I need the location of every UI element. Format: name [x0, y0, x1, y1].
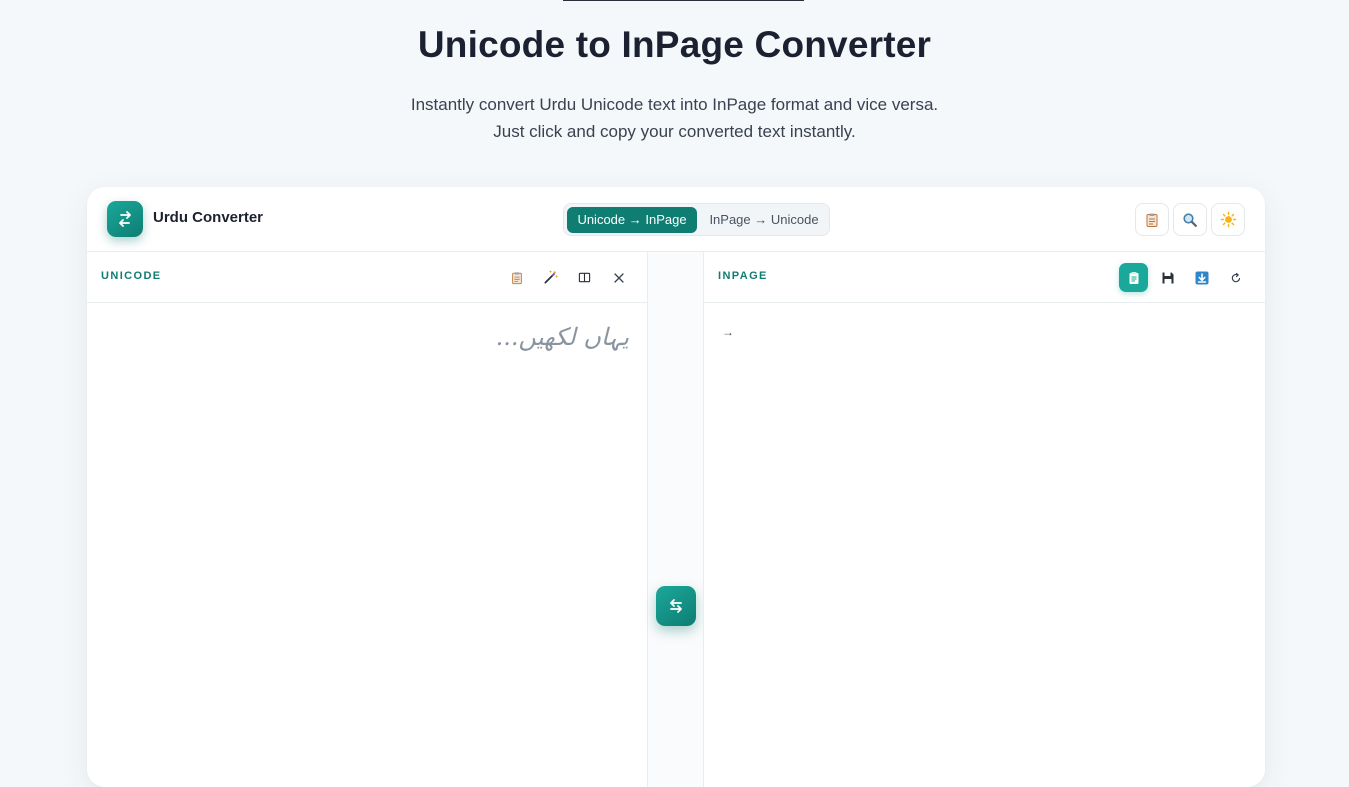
page-title: Unicode to InPage Converter	[417, 24, 932, 65]
reset-button[interactable]	[1221, 263, 1250, 292]
pane-gutter	[648, 252, 703, 787]
search-icon	[1183, 212, 1197, 227]
search-button[interactable]	[1173, 203, 1207, 236]
magic-wand-icon	[544, 270, 558, 284]
swap-arrows-icon	[670, 599, 682, 613]
clipboard-icon	[511, 271, 522, 284]
clipboard-button[interactable]	[1135, 203, 1169, 236]
save-button[interactable]	[1153, 263, 1182, 292]
split-view-button[interactable]	[570, 263, 599, 292]
swap-arrows-icon	[119, 211, 131, 227]
subtitle-line-2: Just click and copy your converted text …	[493, 122, 856, 141]
clear-button[interactable]	[604, 263, 633, 292]
unicode-pane-label: UNICODE	[101, 270, 162, 282]
unicode-pane-header: UNICODE	[87, 252, 647, 303]
split-view-icon	[578, 272, 591, 283]
unicode-input[interactable]	[87, 303, 647, 787]
unicode-pane: UNICODE	[87, 252, 648, 787]
mode-toggle: Unicode → InPage InPage → Unicode	[563, 203, 830, 236]
mode-inpage-to-unicode[interactable]: InPage → Unicode	[700, 207, 828, 233]
close-icon	[613, 272, 624, 283]
swap-direction-button[interactable]	[656, 586, 696, 626]
sun-icon	[1220, 211, 1236, 228]
brand-name: Urdu Converter	[153, 209, 264, 226]
reset-icon	[1231, 272, 1240, 282]
save-icon	[1162, 272, 1173, 283]
copy-icon	[1129, 271, 1138, 284]
inpage-pane-label: INPAGE	[718, 270, 768, 282]
auto-fix-button[interactable]	[536, 263, 565, 292]
paste-button[interactable]	[502, 263, 531, 292]
brand-logo	[107, 201, 143, 237]
clipboard-icon	[1146, 213, 1158, 227]
inpage-pane-header: INPAGE	[704, 252, 1265, 303]
download-button[interactable]	[1187, 263, 1216, 292]
page-subtitle: Instantly convert Urdu Unicode text into…	[0, 91, 1349, 145]
download-icon	[1195, 271, 1208, 284]
inpage-output[interactable]: →	[704, 303, 1265, 787]
converter-header: Urdu Converter Unicode → InPage InPage →…	[87, 187, 1265, 252]
copy-output-button[interactable]	[1119, 263, 1148, 292]
theme-toggle-button[interactable]	[1211, 203, 1245, 236]
top-divider	[563, 0, 804, 1]
inpage-pane: INPAGE →	[703, 252, 1265, 787]
mode-unicode-to-inpage[interactable]: Unicode → InPage	[567, 207, 697, 233]
subtitle-line-1: Instantly convert Urdu Unicode text into…	[410, 95, 939, 114]
converter-card: Urdu Converter Unicode → InPage InPage →…	[87, 187, 1265, 787]
